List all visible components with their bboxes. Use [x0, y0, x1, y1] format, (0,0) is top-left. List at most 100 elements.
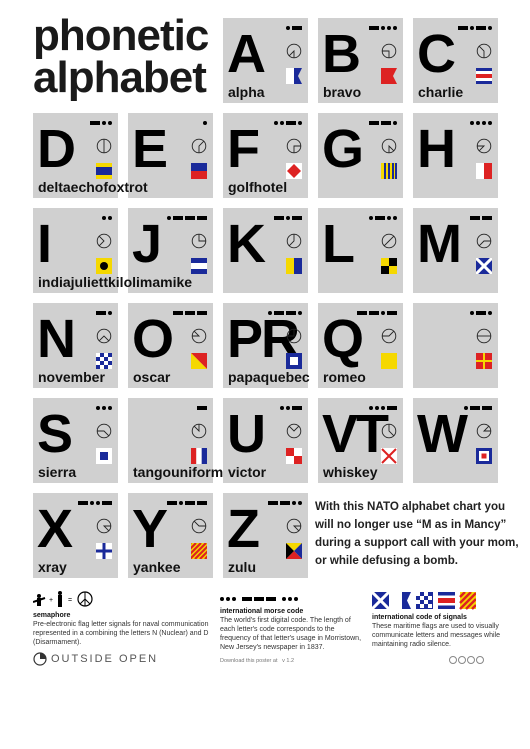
- semaphore-icon: [381, 233, 397, 249]
- morse-dash: [185, 216, 195, 220]
- morse-dash: [381, 121, 391, 125]
- letter-tile: Xxray: [33, 493, 118, 578]
- tile-word: zulu: [228, 559, 256, 575]
- morse-code-icon: [369, 406, 397, 410]
- tile-word: yankee: [133, 559, 181, 575]
- semaphore-icon: [191, 423, 207, 439]
- morse-dot: [280, 121, 284, 125]
- morse-dot: [102, 121, 106, 125]
- tango-flag-icon: [191, 448, 207, 464]
- tile-letter: W: [417, 404, 468, 464]
- letter-tile: Ddeltaechofoxtrot: [33, 113, 148, 198]
- tile-letter: VT: [322, 404, 389, 464]
- india-flag-icon: [96, 258, 112, 274]
- tile-letter: A: [227, 24, 266, 84]
- lima-flag-icon: [381, 258, 397, 274]
- morse-dot: [108, 121, 112, 125]
- letter-tile: Fgolfhotel: [223, 113, 308, 198]
- oscar-flag-icon: [191, 353, 207, 369]
- tile-letter: E: [132, 119, 168, 179]
- tile-word: romeo: [323, 369, 366, 385]
- brand-logo: OUTSIDE OPEN: [33, 652, 158, 666]
- tile-word: november: [38, 369, 105, 385]
- papa-flag-icon: [286, 353, 302, 369]
- semaphore-icon: [476, 138, 492, 154]
- whiskey-flag-icon: [476, 448, 492, 464]
- morse-dot: [108, 216, 112, 220]
- tile-letter: Z: [227, 499, 260, 559]
- page-title: phonetic alphabet: [33, 14, 209, 100]
- morse-dash: [197, 311, 207, 315]
- morse-dash: [387, 311, 397, 315]
- letter-tile: Iindiajuliettkilolimamike: [33, 208, 192, 293]
- letter-tile: PR papaquebec: [223, 303, 310, 388]
- morse-code-icon: [173, 311, 207, 315]
- morse-dash: [286, 311, 296, 315]
- morse-dot: [369, 216, 373, 220]
- letter-tile: VT whiskey: [318, 398, 403, 483]
- morse-dash: [476, 26, 486, 30]
- morse-code-icon: [96, 311, 112, 315]
- morse-dash: [268, 501, 278, 505]
- november-flag-icon: [96, 353, 112, 369]
- morse-dash: [280, 501, 290, 505]
- morse-dash: [173, 216, 183, 220]
- semaphore-icon: [191, 328, 207, 344]
- semaphore-peace-icon: + =: [32, 591, 93, 607]
- morse-dash: [185, 311, 195, 315]
- morse-dash: [173, 311, 183, 315]
- kilo-flag-icon: [286, 258, 302, 274]
- tile-letter: S: [37, 404, 73, 464]
- morse-dot: [298, 311, 302, 315]
- tile-word: indiajuliettkilolimamike: [38, 274, 193, 290]
- semaphore-icon: [381, 423, 397, 439]
- morse-dash: [197, 501, 207, 505]
- mike-flag-icon: [476, 258, 492, 274]
- letter-tile: Ooscar: [128, 303, 213, 388]
- tile-letter: M: [417, 214, 462, 274]
- tile-letter: Y: [132, 499, 168, 559]
- morse-dot: [298, 501, 302, 505]
- tile-word: victor: [228, 464, 267, 480]
- semaphore-icon: [476, 328, 492, 344]
- morse-code-icon: [274, 121, 302, 125]
- semaphore-icon: [96, 233, 112, 249]
- morse-dash: [369, 26, 379, 30]
- uniform-flag-icon: [286, 448, 302, 464]
- tile-word: whiskey: [323, 464, 378, 480]
- letter-tile: [413, 303, 498, 388]
- tile-word: golfhotel: [228, 179, 288, 195]
- morse-code-icon: [274, 216, 302, 220]
- morse-heading: international morse code: [220, 608, 304, 615]
- morse-dash: [470, 406, 480, 410]
- morse-dot: [108, 311, 112, 315]
- semaphore-icon: [286, 233, 302, 249]
- letter-tile: Zzulu: [223, 493, 308, 578]
- download-note: Download this poster at v 1.2: [220, 658, 294, 664]
- morse-dot: [393, 26, 397, 30]
- foxtrot-flag-icon: [286, 163, 302, 179]
- morse-dot: [375, 406, 379, 410]
- signals-legend: international code of signals These mari…: [370, 590, 522, 649]
- semaphore-icon: [476, 43, 492, 59]
- morse-dash: [167, 501, 177, 505]
- morse-dot: [108, 406, 112, 410]
- alpha-flag-icon: [286, 68, 302, 84]
- cc-icon: [449, 656, 457, 664]
- tile-word: tangouniform: [133, 464, 224, 480]
- morse-dot: [488, 26, 492, 30]
- morse-sos-icon: [220, 597, 298, 601]
- semaphore-icon: [381, 328, 397, 344]
- semaphore-heading: semaphore: [33, 612, 71, 619]
- signals-heading: international code of signals: [372, 614, 467, 621]
- morse-dash: [458, 26, 468, 30]
- morse-dot: [393, 216, 397, 220]
- morse-dot: [381, 406, 385, 410]
- tile-word: oscar: [133, 369, 171, 385]
- morse-code-icon: [470, 121, 492, 125]
- tile-word: bravo: [323, 84, 362, 100]
- download-link[interactable]: Download this poster at: [220, 658, 277, 664]
- morse-dash: [482, 406, 492, 410]
- tile-letter: F: [227, 119, 260, 179]
- morse-dash: [470, 216, 480, 220]
